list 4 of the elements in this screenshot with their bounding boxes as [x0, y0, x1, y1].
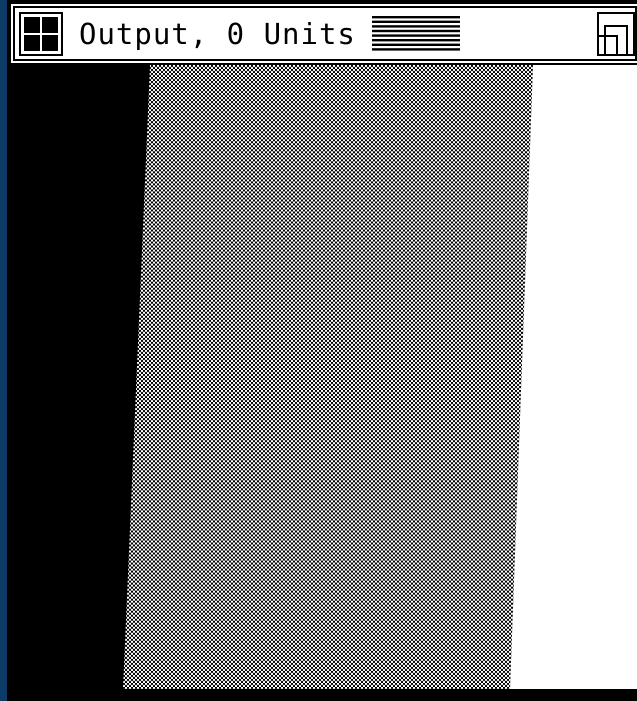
grid-icon[interactable] — [19, 12, 63, 56]
window-title: Output, 0 Units — [79, 16, 356, 50]
drag-lines-icon[interactable] — [372, 16, 460, 52]
zoom-box-icon[interactable] — [597, 12, 635, 56]
